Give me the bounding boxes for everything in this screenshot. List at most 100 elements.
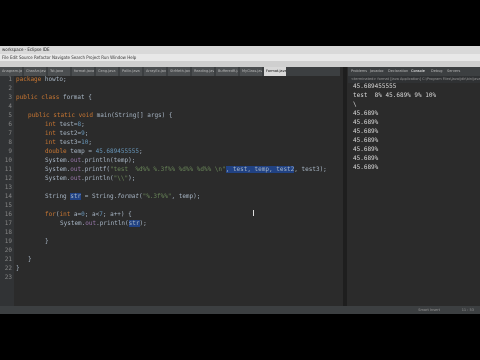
console-line: 45.689%	[353, 110, 379, 117]
console-line: 45.689%	[353, 155, 379, 162]
code-text: ; a++) {	[102, 211, 132, 218]
field-out: out	[70, 175, 82, 182]
code-line: }	[45, 238, 49, 245]
code-text: String	[45, 193, 71, 200]
insert-mode: Smart Insert	[418, 308, 440, 312]
code-line: package howto;	[16, 76, 67, 83]
editor-tab[interactable]: StrMeth.java	[168, 67, 190, 76]
code-line-printf: System.out.printf("test %d%% %.3f%% %d%%…	[45, 166, 327, 173]
code-line: public static void main(String[] args) {	[28, 112, 173, 119]
code-text: a=	[70, 211, 82, 218]
tab-problems[interactable]: Problems	[351, 67, 367, 76]
pane-divider[interactable]	[343, 67, 347, 306]
line-number: 17	[4, 220, 12, 227]
code-text: howto;	[41, 76, 67, 83]
tab-javadoc[interactable]: Javadoc	[370, 67, 384, 76]
keyword: package	[16, 76, 42, 83]
code-text: test3=	[55, 139, 82, 146]
code-line: for(int a=0; a<7; a++) {	[45, 211, 132, 218]
string-literal: "%.3f%%"	[142, 193, 172, 200]
code-line: System.out.println("\\");	[45, 175, 135, 182]
code-editor[interactable]: package howto; public class format { pub…	[16, 76, 340, 306]
line-number: 13	[4, 184, 12, 191]
string-literal: "test %d%% %.3f%% %d%% %d%% \n"	[110, 166, 226, 173]
line-number: 8	[8, 139, 12, 146]
editor-tab[interactable]: Reading.java	[192, 67, 214, 76]
closing-brace: }	[45, 238, 49, 245]
line-number: 12	[4, 175, 12, 182]
line-number: 21	[4, 256, 12, 263]
mouse-cursor	[253, 210, 254, 216]
line-number: 7	[8, 130, 12, 137]
console-line: 45.689%	[353, 137, 379, 144]
console-line: \	[353, 101, 357, 108]
line-number: 16	[4, 211, 12, 218]
method-format: format	[117, 193, 139, 200]
code-line: double temp = 45.689455555;	[45, 148, 143, 155]
code-text: .println(	[96, 220, 129, 227]
keyword: int	[45, 130, 56, 137]
letterbox-top	[0, 0, 480, 46]
code-line: String str = String.format("%.3f%%", tem…	[45, 193, 200, 200]
line-number: 20	[4, 247, 12, 254]
field-out: out	[85, 220, 97, 227]
tab-debug[interactable]: Debug	[431, 67, 443, 76]
string-literal: "\\"	[113, 175, 129, 182]
line-number: 6	[8, 121, 12, 128]
editor-tab[interactable]: BufferedR.java	[216, 67, 238, 76]
console-line: test 8% 45.689% 9% 10%	[353, 92, 437, 99]
line-number: 2	[8, 85, 12, 92]
console-header: <terminated> format [Java Application] C…	[348, 76, 480, 83]
editor-tab[interactable]: Anagram.java	[0, 67, 22, 76]
editor-tab[interactable]: ArrayEx.java	[144, 67, 166, 76]
line-number: 11	[4, 166, 12, 173]
line-number: 10	[4, 157, 12, 164]
code-text: temp =	[66, 148, 96, 155]
console-line: 45.689%	[353, 119, 379, 126]
code-text: System.	[60, 220, 86, 227]
editor-tab[interactable]: CharArr.java	[24, 67, 46, 76]
line-number: 23	[4, 274, 12, 281]
console-line: 45.689%	[353, 146, 379, 153]
line-number: 3	[8, 94, 12, 101]
line-number-gutter: 1 2 3 4 5 6 7 8 9 10 11 12 13 14 15 16 1…	[0, 76, 14, 306]
code-line: int test2=9;	[45, 130, 89, 137]
code-text: test=	[55, 121, 78, 128]
console-line: 45.689%	[353, 128, 379, 135]
tab-servers[interactable]: Servers	[447, 67, 460, 76]
editor-tab[interactable]: Ceng.java	[96, 67, 118, 76]
line-number: 15	[4, 202, 12, 209]
editor-tab[interactable]: Tst.java	[48, 67, 70, 76]
closing-brace: }	[28, 256, 32, 263]
console-line: 45.689455555	[353, 83, 397, 90]
menu-bar[interactable]: File Edit Source Refactor Navigate Searc…	[0, 54, 480, 61]
selected-text: , test, temp, test2	[225, 166, 295, 173]
console-line: 45.689%	[353, 164, 379, 171]
keyword: int	[45, 121, 56, 128]
letterbox-bottom	[0, 314, 480, 360]
console-output[interactable]: 45.689455555 test 8% 45.689% 9% 10% \ 45…	[348, 83, 480, 306]
editor-tab[interactable]: format.java	[72, 67, 94, 76]
editor-tab[interactable]: Pallin.java	[120, 67, 142, 76]
code-text: System.	[45, 157, 71, 164]
eclipse-window: workspace - Eclipse IDE File Edit Source…	[0, 46, 480, 314]
keyword: public static void	[28, 112, 94, 119]
code-text: .printf(	[81, 166, 111, 173]
code-text: , test3);	[294, 166, 327, 173]
line-number: 9	[8, 148, 12, 155]
field-out: out	[70, 157, 82, 164]
code-text: ; a<	[84, 211, 100, 218]
code-text: main(String[] args) {	[93, 112, 173, 119]
code-line: }	[16, 265, 20, 272]
code-line: }	[28, 256, 32, 263]
tab-console[interactable]: Console	[411, 67, 425, 76]
tab-declaration[interactable]: Declaration	[388, 67, 408, 76]
keyword: for	[45, 211, 56, 218]
editor-tab[interactable]: MyClass.java	[240, 67, 262, 76]
keyword: public class	[16, 94, 60, 101]
variable-str: str	[70, 193, 82, 200]
editor-tab-active[interactable]: Format.java	[264, 67, 286, 76]
line-number: 18	[4, 229, 12, 236]
code-text: = String.	[81, 193, 118, 200]
code-text: System.	[45, 175, 71, 182]
